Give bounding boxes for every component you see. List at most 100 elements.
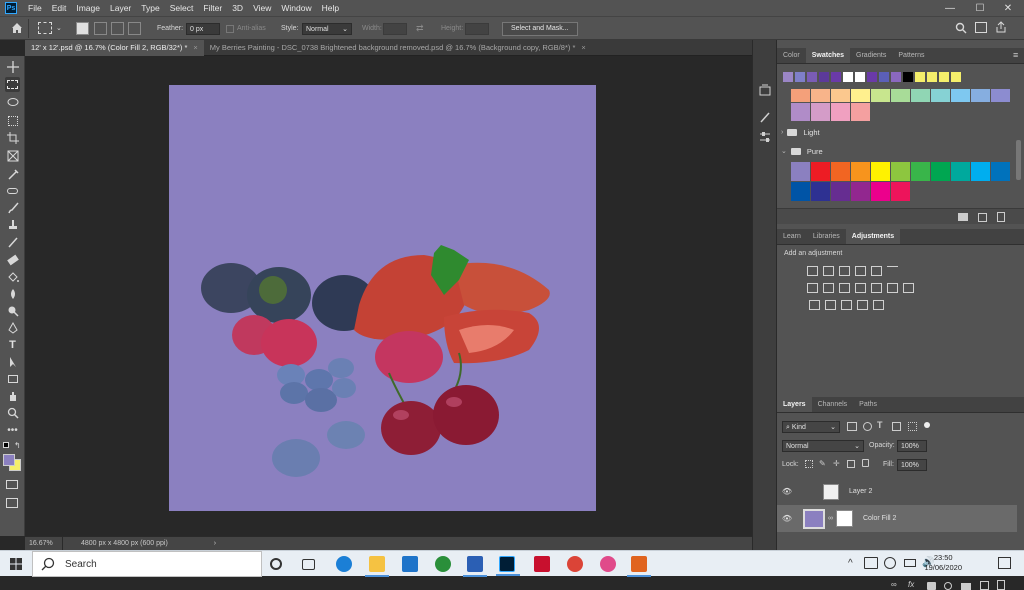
pastel-swatch[interactable]: [971, 89, 990, 102]
close-tab-icon[interactable]: ×: [581, 43, 585, 52]
menu-edit[interactable]: Edit: [47, 0, 72, 16]
filter-adjustment-icon[interactable]: [863, 422, 872, 431]
pastel-swatch[interactable]: [831, 103, 850, 121]
photo-filter-icon[interactable]: [839, 283, 850, 293]
status-arrow-icon[interactable]: ›: [168, 540, 216, 547]
foreground-color-swatch[interactable]: [3, 454, 15, 466]
new-selection-icon[interactable]: [76, 22, 89, 35]
history-brush-tool-icon[interactable]: [5, 234, 20, 249]
pastel-swatch[interactable]: [851, 89, 870, 102]
clone-stamp-tool-icon[interactable]: [5, 217, 20, 232]
default-colors-icon[interactable]: [3, 442, 9, 448]
recent-swatch[interactable]: [903, 72, 913, 82]
style-select[interactable]: Normal ⌄: [302, 23, 352, 35]
recent-swatch[interactable]: [867, 72, 877, 82]
onedrive-icon[interactable]: [884, 557, 896, 569]
pastel-swatch[interactable]: [811, 89, 830, 102]
swatch-group-light[interactable]: › Light: [777, 123, 1015, 141]
swap-colors-icon[interactable]: ↰: [14, 441, 21, 450]
anti-alias-checkbox[interactable]: [226, 25, 234, 33]
pure-swatch[interactable]: [791, 162, 810, 181]
lock-transparent-icon[interactable]: [805, 460, 813, 468]
fill-input[interactable]: 100%: [897, 459, 927, 471]
solid-color-icon[interactable]: [857, 300, 868, 310]
acrobat-icon[interactable]: [534, 556, 550, 572]
pastel-swatch[interactable]: [791, 89, 810, 102]
delete-layer-icon[interactable]: [997, 580, 1005, 590]
lock-position-icon[interactable]: ✛: [833, 459, 840, 468]
pastel-swatch[interactable]: [811, 103, 830, 121]
home-icon[interactable]: [10, 21, 24, 35]
tab-learn[interactable]: Learn: [777, 229, 807, 244]
height-input[interactable]: [465, 23, 489, 35]
menu-window[interactable]: Window: [276, 0, 316, 16]
eyedropper-tool-icon[interactable]: [5, 166, 20, 181]
close-button[interactable]: ✕: [996, 0, 1020, 16]
more-tools-icon[interactable]: •••: [5, 423, 20, 438]
pastel-swatch[interactable]: [911, 89, 930, 102]
hsl-icon[interactable]: [887, 266, 898, 276]
feather-input[interactable]: 0 px: [186, 23, 220, 35]
black-white-icon[interactable]: [823, 283, 834, 293]
lasso-tool-icon[interactable]: [5, 95, 20, 110]
tab-patterns[interactable]: Patterns: [892, 48, 930, 63]
menu-layer[interactable]: Layer: [105, 0, 136, 16]
trash-icon[interactable]: [997, 212, 1005, 222]
menu-image[interactable]: Image: [71, 0, 105, 16]
history-icon[interactable]: [758, 83, 772, 97]
recent-swatch[interactable]: [915, 72, 925, 82]
app-icon[interactable]: [435, 556, 451, 572]
windows-start-icon[interactable]: [10, 558, 22, 570]
adjustment-layer-icon[interactable]: [944, 582, 952, 590]
pure-swatch[interactable]: [831, 182, 850, 201]
pure-swatch[interactable]: [871, 182, 890, 201]
recent-swatch[interactable]: [807, 72, 817, 82]
pure-swatch[interactable]: [951, 162, 970, 181]
filter-toggle-icon[interactable]: [924, 422, 930, 428]
menu-type[interactable]: Type: [136, 0, 164, 16]
tab-swatches[interactable]: Swatches: [805, 48, 851, 63]
chevron-up-icon[interactable]: ^: [848, 558, 853, 569]
recent-swatch[interactable]: [843, 72, 853, 82]
tab-libraries[interactable]: Libraries: [807, 229, 846, 244]
menu-help[interactable]: Help: [317, 0, 344, 16]
menu-3d[interactable]: 3D: [227, 0, 248, 16]
taskbar-search[interactable]: Search: [32, 551, 262, 577]
select-and-mask-button[interactable]: Select and Mask...: [502, 22, 578, 36]
battery-icon[interactable]: [904, 559, 916, 567]
tab-color[interactable]: Color: [777, 48, 806, 63]
rectangle-tool-icon[interactable]: [5, 371, 20, 386]
new-swatch-icon[interactable]: [978, 213, 987, 222]
marquee-tool-icon[interactable]: [5, 77, 20, 92]
recent-swatch[interactable]: [939, 72, 949, 82]
pen-tool-icon[interactable]: [5, 320, 20, 335]
maximize-button[interactable]: ☐: [968, 0, 992, 16]
hand-tool-icon[interactable]: [5, 388, 20, 403]
swatch-group-pure[interactable]: ⌄ Pure: [777, 142, 1015, 160]
recent-swatch[interactable]: [819, 72, 829, 82]
path-selection-tool-icon[interactable]: [5, 354, 20, 369]
add-mask-icon[interactable]: [927, 582, 936, 590]
panel-menu-icon[interactable]: ≡: [1013, 50, 1018, 60]
opacity-input[interactable]: 100%: [897, 440, 927, 452]
pastel-swatch[interactable]: [851, 103, 870, 121]
recent-swatch[interactable]: [783, 72, 793, 82]
brush-settings-icon[interactable]: [758, 110, 772, 124]
search-icon[interactable]: [955, 22, 967, 34]
recent-swatch[interactable]: [879, 72, 889, 82]
pastel-swatch[interactable]: [791, 103, 810, 121]
recent-swatch[interactable]: [795, 72, 805, 82]
photoshop-taskbar-icon[interactable]: [496, 556, 520, 576]
properties-icon[interactable]: [758, 130, 772, 144]
channel-mixer-icon[interactable]: [855, 283, 866, 293]
link-layers-icon[interactable]: ∞: [891, 580, 897, 589]
menu-select[interactable]: Select: [165, 0, 199, 16]
layer-row-selected[interactable]: 👁 ∞ Color Fill 2: [777, 505, 1017, 532]
pure-swatch[interactable]: [891, 182, 910, 201]
vibrance-icon[interactable]: [871, 266, 882, 276]
exposure-icon[interactable]: [855, 266, 866, 276]
intersect-selection-icon[interactable]: [128, 22, 141, 35]
lock-artboard-icon[interactable]: [847, 460, 855, 468]
share-icon[interactable]: [995, 21, 1007, 34]
add-selection-icon[interactable]: [94, 22, 107, 35]
